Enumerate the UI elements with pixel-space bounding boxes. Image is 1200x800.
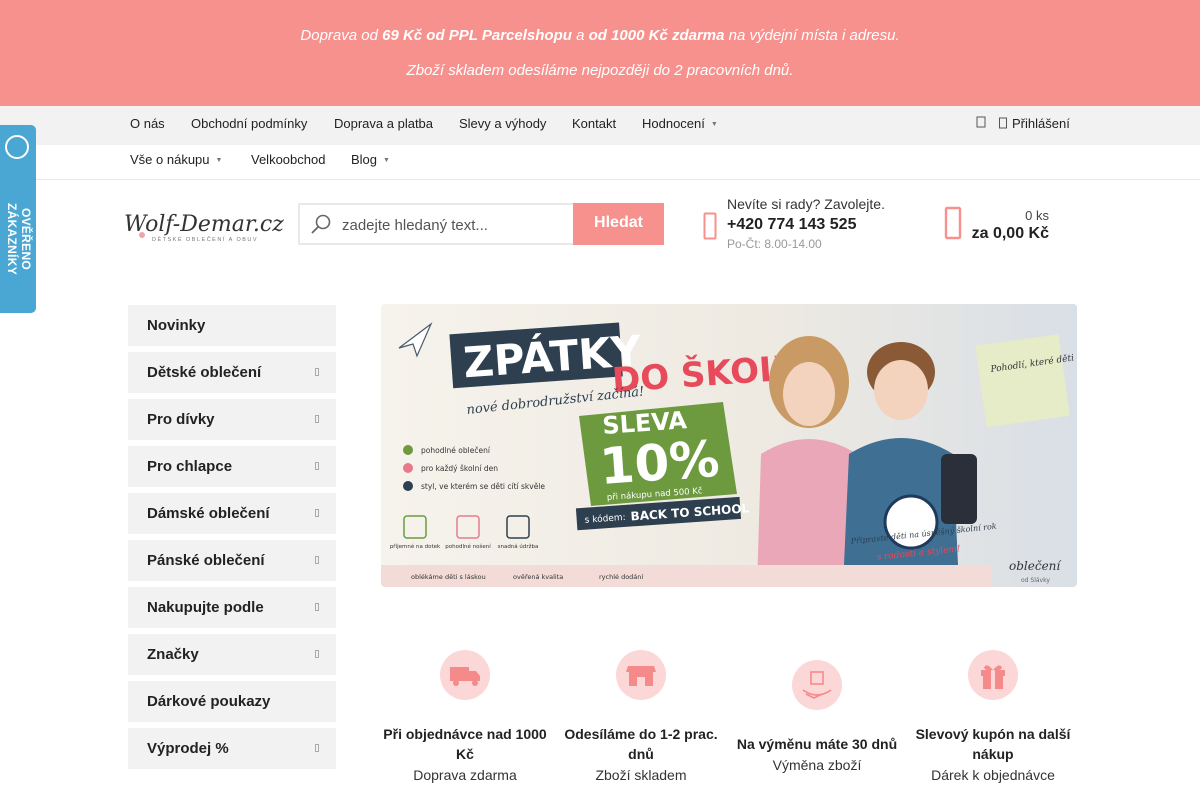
nav-about[interactable]: O nás — [130, 106, 165, 142]
contact-info: Nevíte si rady? Zavolejte. +420 774 143 … — [727, 196, 885, 251]
hero-prop: příjemné na dotek — [390, 543, 441, 550]
phone-number[interactable]: +420 774 143 525 — [727, 216, 885, 234]
benefit-title: Odesíláme do 1-2 prac. dnů — [564, 726, 718, 762]
submenu-icon — [315, 744, 319, 752]
sale-percent: 10% — [598, 430, 721, 496]
logo-wordmark: Wolf-Demar.cz — [124, 212, 284, 237]
hero-banner[interactable]: ZPÁTKY DO ŠKOLY nové dobrodružství začín… — [381, 304, 1077, 587]
nav-wholesale[interactable]: Velkoobchod — [251, 145, 325, 175]
truck-icon — [440, 650, 490, 700]
shop-icon — [616, 650, 666, 700]
heart-icon — [403, 481, 413, 491]
hero-footer-item: rychlé dodání — [599, 573, 643, 581]
category-sidebar: Novinky Dětské oblečení Pro dívky Pro ch… — [128, 305, 336, 775]
hero-bullet: pro každý školní den — [421, 464, 498, 473]
hero-prop: snadná údržba — [498, 543, 539, 550]
cart-icon[interactable] — [944, 206, 962, 245]
benefit-title: Při objednávce nad 1000 Kč — [383, 726, 547, 762]
category-brands[interactable]: Značky — [128, 634, 336, 675]
verified-text: OVĚŘENO ZÁKAZNÍKY — [5, 202, 33, 276]
help-question: Nevíte si rady? Zavolejte. — [727, 196, 885, 212]
nav-shopping-info[interactable]: Vše o nákupu ▼ — [130, 145, 222, 176]
gift-icon — [968, 650, 1018, 700]
verified-reviews-badge[interactable]: OVĚŘENO ZÁKAZNÍKY — [0, 125, 36, 313]
nav-blog[interactable]: Blog ▼ — [351, 145, 390, 176]
benefit-free-shipping: Při objednávce nad 1000 Kč Doprava zdarm… — [377, 650, 553, 783]
benefit-exchange: Na výměnu máte 30 dnů Výměna zboží — [729, 660, 905, 773]
category-sale[interactable]: Výprodej % — [128, 728, 336, 769]
shipping-banner: Doprava od 69 Kč od PPL Parcelshopu a od… — [0, 0, 1200, 106]
benefit-title: Na výměnu máte 30 dnů — [736, 736, 898, 752]
hero-footer-item: oblékáme děti s láskou — [411, 573, 486, 581]
submenu-icon — [315, 603, 319, 611]
site-logo[interactable]: Wolf-Demar.cz DĚTSKÉ OBLEČENÍ A OBUV — [122, 205, 284, 245]
category-boys[interactable]: Pro chlapce — [128, 446, 336, 487]
search-box: Hledat — [298, 203, 664, 245]
hero-prop: pohodlné nošení — [445, 543, 491, 550]
cart-summary[interactable]: 0 ks za 0,00 Kč — [972, 208, 1049, 243]
hero-brand-sub: od Slávky — [1021, 577, 1050, 584]
nav-terms[interactable]: Obchodní podmínky — [191, 106, 307, 142]
logo-flower — [139, 232, 145, 238]
banner-line-1: Doprava od 69 Kč od PPL Parcelshopu a od… — [300, 27, 900, 44]
top-navigation: O nás Obchodní podmínky Doprava a platba… — [0, 106, 1200, 145]
benefit-subtitle: Výměna zboží — [772, 757, 862, 773]
search-button[interactable]: Hledat — [573, 203, 664, 245]
login-link[interactable]: Přihlášení — [999, 106, 1070, 142]
benefit-subtitle: Dárek k objednávce — [931, 767, 1055, 783]
banner-line-2: Zboží skladem odesíláme nejpozději do 2 … — [406, 62, 794, 79]
benefit-title: Slevový kupón na další nákup — [915, 726, 1071, 762]
hero-bullet: styl, ve kterém se děti cítí skvěle — [421, 482, 545, 491]
benefit-subtitle: Doprava zdarma — [413, 767, 517, 783]
secondary-navigation: Vše o nákupu ▼ Velkoobchod Blog ▼ — [0, 145, 1200, 180]
benefit-subtitle: Zboží skladem — [595, 767, 687, 783]
chevron-down-icon: ▼ — [215, 157, 223, 164]
opening-hours: Po-Čt: 8.00-14.00 — [727, 237, 822, 251]
user-icon — [999, 117, 1007, 129]
heart-icon — [403, 445, 413, 455]
verified-seal-icon — [5, 135, 29, 159]
nav-contact[interactable]: Kontakt — [572, 106, 616, 142]
cart-total: za 0,00 Kč — [971, 225, 1049, 242]
search-input[interactable] — [340, 205, 574, 245]
hero-bullet: pohodlné oblečení — [421, 446, 491, 455]
category-men[interactable]: Pánské oblečení — [128, 540, 336, 581]
submenu-icon — [315, 368, 319, 376]
nav-shipping[interactable]: Doprava a platba — [334, 106, 433, 142]
category-gift-vouchers[interactable]: Dárkové poukazy — [128, 681, 336, 722]
category-shop-by[interactable]: Nakupujte podle — [128, 587, 336, 628]
exchange-icon — [792, 660, 842, 710]
heart-icon — [403, 463, 413, 473]
benefit-gift: Slevový kupón na další nákup Dárek k obj… — [905, 650, 1081, 783]
nav-reviews[interactable]: Hodnocení ▼ — [642, 106, 718, 143]
submenu-icon — [315, 415, 319, 423]
submenu-icon — [315, 556, 319, 564]
phone-icon — [703, 212, 717, 245]
chevron-down-icon: ▼ — [710, 121, 718, 128]
submenu-icon — [315, 650, 319, 658]
category-girls[interactable]: Pro dívky — [128, 399, 336, 440]
hero-brand: oblečení — [1009, 559, 1062, 573]
benefit-in-stock: Odesíláme do 1-2 prac. dnů Zboží skladem — [553, 650, 729, 783]
submenu-icon — [315, 462, 319, 470]
chevron-down-icon: ▼ — [383, 157, 390, 164]
category-women[interactable]: Dámské oblečení — [128, 493, 336, 534]
cart-count: 0 ks — [1025, 208, 1049, 223]
search-icon — [310, 213, 332, 240]
sticky-note — [975, 334, 1070, 428]
settings-icon[interactable] — [976, 116, 986, 131]
nav-discounts[interactable]: Slevy a výhody — [459, 106, 546, 142]
hero-footer-item: ověřená kvalita — [513, 573, 563, 581]
category-kids-clothing[interactable]: Dětské oblečení — [128, 352, 336, 393]
category-news[interactable]: Novinky — [128, 305, 336, 346]
logo-tagline: DĚTSKÉ OBLEČENÍ A OBUV — [152, 235, 258, 243]
submenu-icon — [315, 509, 319, 517]
